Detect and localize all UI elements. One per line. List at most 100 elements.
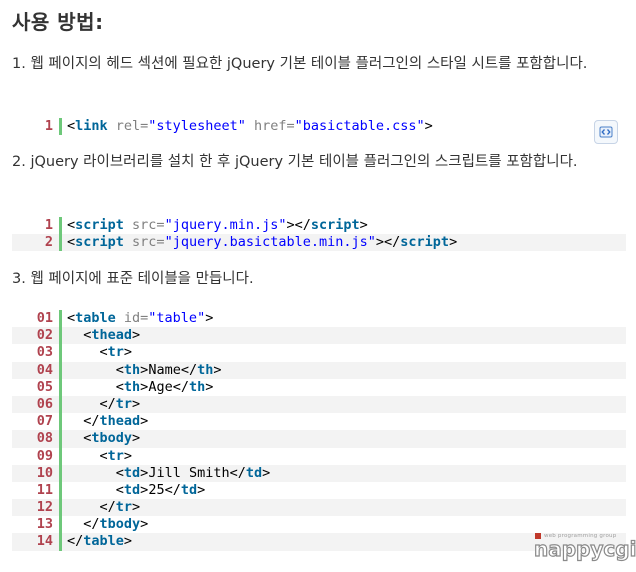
code-token: thead [91, 327, 133, 344]
code-token: </ [67, 395, 116, 412]
article-section: 사용 방법: 1. 웹 페이지의 헤드 섹션에 필요한 jQuery 기본 테이… [0, 0, 636, 572]
code-token: > [449, 234, 458, 251]
line-number: 12 [12, 499, 62, 517]
code-token: table [83, 533, 124, 550]
code-line: 2 <script src="jquery.basictable.min.js">… [12, 234, 626, 252]
line-number: 06 [12, 395, 62, 414]
code-line: 03 <tr> [12, 344, 626, 362]
line-number: 11 [12, 481, 62, 500]
code-token: Name [148, 361, 181, 378]
code-text: <script src="jquery.min.js"></script> [62, 217, 368, 234]
code-token: thead [99, 413, 141, 430]
code-text: <td>Jill Smith</td> [62, 464, 271, 482]
code-token: "jquery.basictable.min.js" [164, 234, 376, 251]
line-number: 10 [12, 464, 62, 482]
step-3-text: 3. 웹 페이지에 표준 테이블을 만듭니다. [12, 271, 254, 287]
code-text: </thead> [62, 413, 148, 430]
code-token: tr [115, 395, 133, 412]
code-token: Age [148, 378, 173, 395]
code-token: > [123, 447, 133, 464]
code-block-2[interactable]: 1 <script src="jquery.min.js"></script> 2 <… [12, 217, 626, 252]
code-block-3[interactable]: 01 <table id="table"> 02 <thead> 03 <tr> 04 … [12, 310, 626, 551]
code-token: ></ [286, 217, 311, 233]
line-number: 03 [12, 344, 62, 362]
line-number: 07 [12, 413, 62, 431]
code-token: > [424, 118, 433, 134]
code-token: > [205, 310, 214, 326]
code-token: < [67, 327, 92, 344]
code-block-1[interactable]: 1 <link rel="stylesheet" href="basictable… [12, 118, 626, 136]
code-token: script [310, 217, 360, 233]
code-text: <thead> [62, 327, 140, 344]
code-token: < [67, 217, 76, 233]
code-text: <th>Name</th> [62, 362, 222, 379]
code-token: src= [123, 217, 165, 233]
code-text: </tr> [62, 395, 141, 413]
line-number: 1 [12, 118, 62, 136]
code-token: script [75, 217, 124, 233]
code-token: < [67, 310, 76, 326]
code-token: > [140, 516, 149, 533]
code-token: "jquery.min.js" [164, 217, 287, 233]
line-number: 09 [12, 447, 62, 465]
code-token: > [123, 533, 133, 550]
code-token: 25 [148, 481, 165, 498]
code-line: 11 <td>25</td> [12, 481, 626, 500]
code-text: <tr> [62, 447, 133, 465]
line-number: 1 [12, 217, 62, 235]
code-token: < [67, 447, 108, 464]
code-token: > [123, 344, 133, 361]
code-line: 08 <tbody> [12, 430, 626, 448]
code-token: </ [180, 361, 198, 378]
code-text: </tr> [62, 499, 141, 516]
line-number: 01 [12, 310, 62, 328]
code-token: </ [67, 499, 116, 516]
code-token: < [67, 378, 124, 395]
code-token: th [188, 378, 206, 395]
code-token: < [67, 234, 76, 251]
code-token: > [213, 361, 222, 378]
code-token: rel= [107, 118, 149, 134]
line-number: 05 [12, 378, 62, 396]
code-text: <link rel="stylesheet" href="basictable.… [62, 118, 433, 135]
code-token: table [75, 310, 116, 326]
code-token: tbody [99, 516, 141, 533]
code-token: td [123, 481, 141, 498]
code-token: "basictable.css" [294, 118, 425, 134]
code-token: </ [67, 533, 84, 550]
code-token: </ [164, 481, 181, 498]
code-token: > [359, 217, 368, 233]
code-token: "table" [148, 310, 206, 326]
code-token: href= [245, 118, 295, 134]
line-number: 2 [12, 234, 62, 252]
code-text: <script src="jquery.basictable.min.js"><… [62, 234, 457, 251]
code-token: tr [107, 447, 124, 464]
code-token: th [123, 361, 141, 378]
code-line: 04 <th>Name</th> [12, 361, 626, 379]
code-token: script [75, 234, 124, 251]
line-number: 04 [12, 361, 62, 379]
code-token: > [132, 327, 141, 344]
code-token: > [262, 464, 271, 481]
code-token: script [400, 234, 450, 251]
logo-wordmark: nappycgi [533, 536, 636, 561]
code-text: <tbody> [62, 430, 140, 447]
code-token: < [67, 481, 124, 498]
code-token: > [132, 430, 141, 447]
code-token: > [197, 481, 206, 498]
code-token: td [123, 464, 141, 481]
line-number: 13 [12, 516, 62, 534]
code-text: <table id="table"> [62, 310, 213, 327]
view-source-button[interactable] [594, 120, 618, 144]
code-token: src= [123, 234, 165, 251]
code-token: </ [67, 413, 100, 430]
code-token: tr [107, 344, 124, 361]
code-line: 12 </tr> [12, 499, 626, 517]
code-line: 06 </tr> [12, 395, 626, 414]
hcgi-logo: web programming group nappycgi [533, 528, 636, 568]
code-token: Jill Smith [148, 464, 230, 481]
code-token: < [67, 430, 92, 447]
line-number: 02 [12, 327, 62, 345]
code-line: 02 <thead> [12, 327, 626, 345]
code-token: > [132, 395, 141, 412]
